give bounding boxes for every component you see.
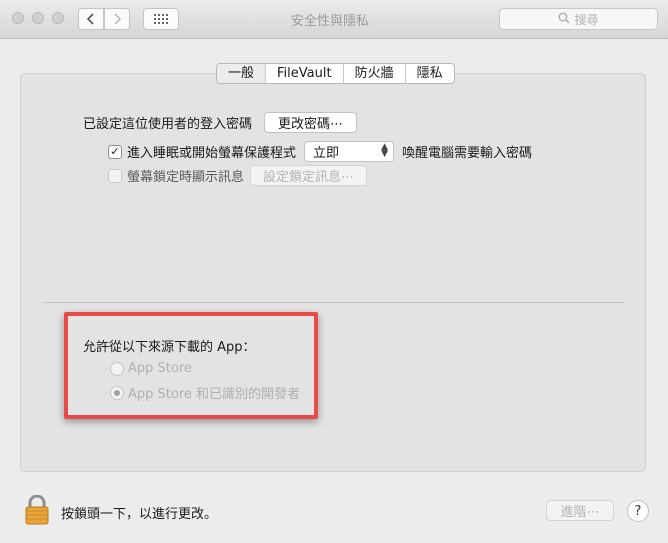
search-placeholder: 搜尋 [574, 12, 599, 27]
security-privacy-window: 安全性與隱私 搜尋 已設定這位使用者的登入密碼 更改密碼⋯ ✓ 進入睡眠或開始螢… [0, 0, 668, 543]
advanced-button[interactable]: 進階⋯ [546, 500, 614, 521]
minimize-window-button[interactable] [32, 12, 44, 24]
show-lock-message-checkbox[interactable] [108, 168, 122, 183]
help-button[interactable]: ? [627, 500, 649, 522]
require-password-label: 進入睡眠或開始螢幕保護程式 [127, 146, 297, 161]
magnifier-icon [558, 12, 570, 27]
tab-privacy[interactable]: 隱私 [406, 64, 454, 83]
window-title: 安全性與隱私 [290, 14, 369, 29]
require-password-suffix: 喚醒電腦需要輸入密碼 [402, 146, 533, 161]
zoom-window-button[interactable] [52, 12, 64, 24]
password-row: 已設定這位使用者的登入密碼 更改密碼⋯ [83, 112, 358, 133]
chevron-left-icon [86, 13, 94, 25]
forward-button[interactable] [104, 8, 130, 30]
require-password-row: ✓ 進入睡眠或開始螢幕保護程式 立即 ▲ ▼ 喚醒電腦需要輸入密碼 [108, 141, 532, 162]
section-divider [43, 302, 625, 303]
search-field[interactable]: 搜尋 [499, 8, 658, 30]
set-lock-message-button[interactable]: 設定鎖定訊息⋯ [250, 165, 368, 186]
chevron-right-icon [114, 13, 122, 25]
lock-icon[interactable] [25, 494, 49, 525]
require-password-delay-select[interactable]: 立即 ▲ ▼ [304, 141, 395, 162]
highlight-box [64, 312, 318, 419]
password-label: 已設定這位使用者的登入密碼 [83, 117, 253, 132]
tab-general[interactable]: 一般 [217, 64, 267, 83]
delay-value: 立即 [313, 146, 340, 161]
tab-bar: 一般 FileVault 防火牆 隱私 [216, 63, 455, 84]
show-all-button[interactable] [143, 8, 179, 30]
close-window-button[interactable] [12, 12, 24, 24]
up-down-chevron-icon: ▲ ▼ [381, 142, 389, 159]
tab-firewall[interactable]: 防火牆 [344, 64, 406, 83]
change-password-button[interactable]: 更改密碼⋯ [264, 112, 358, 133]
grid-icon [154, 14, 168, 24]
tab-filevault[interactable]: FileVault [266, 64, 344, 83]
show-lock-message-label: 螢幕鎖定時顯示訊息 [127, 170, 245, 185]
require-password-checkbox[interactable]: ✓ [108, 144, 122, 159]
lock-message-row: 螢幕鎖定時顯示訊息 設定鎖定訊息⋯ [108, 165, 368, 186]
back-button[interactable] [78, 8, 104, 30]
lock-instruction: 按鎖頭一下，以進行更改。 [61, 507, 218, 522]
title-bar: 安全性與隱私 搜尋 [0, 0, 668, 39]
